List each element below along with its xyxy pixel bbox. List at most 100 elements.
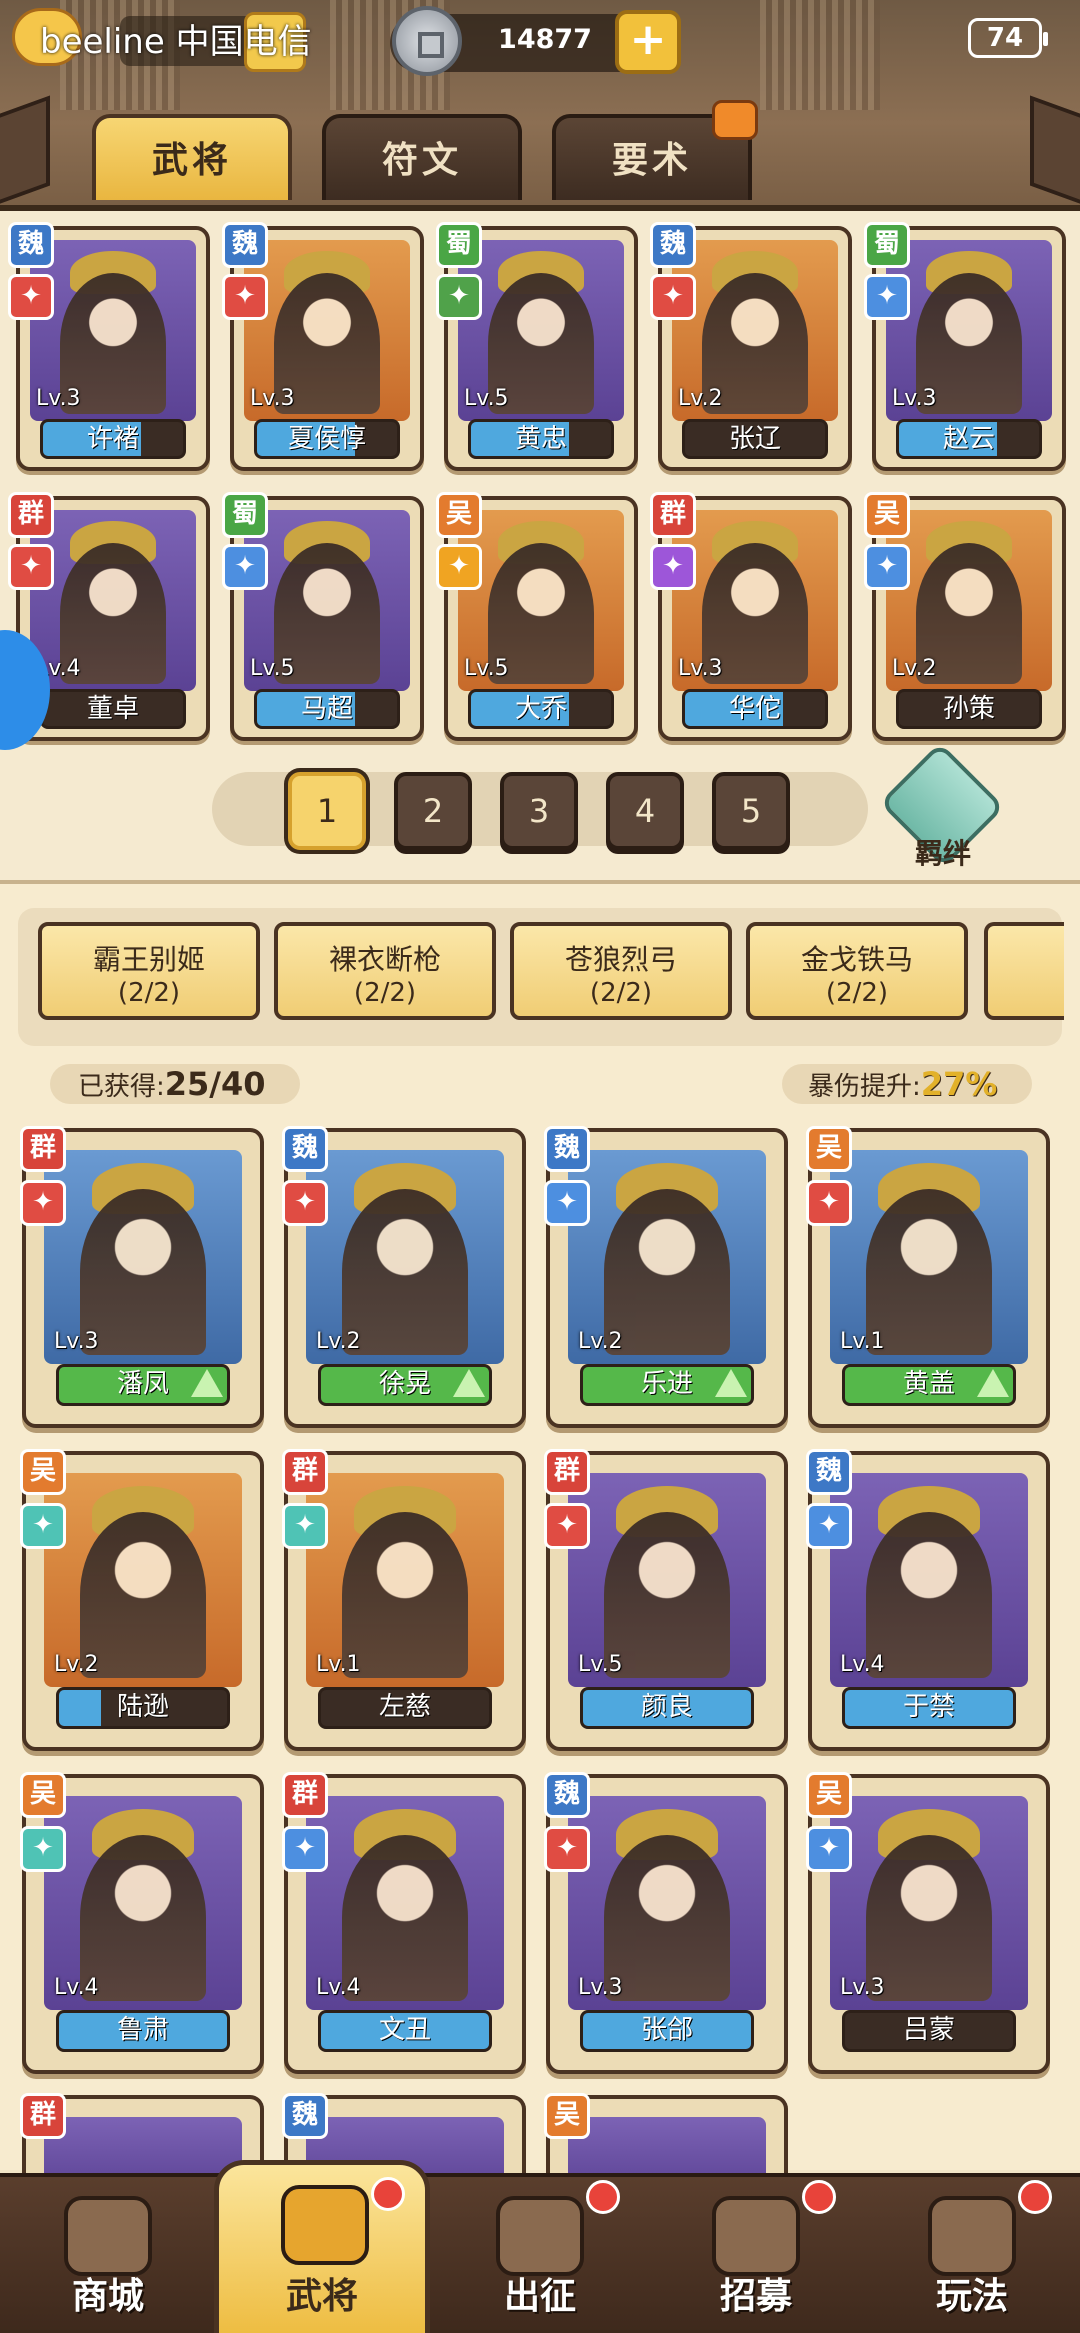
nav-expedition-icon xyxy=(496,2196,584,2276)
hero-card[interactable]: Lv.5 颜良 xyxy=(546,1451,788,1751)
hero-card[interactable]: Lv.4 鲁肃 xyxy=(22,1774,264,2074)
hero-card[interactable]: Lv.4 于禁 xyxy=(808,1451,1050,1751)
nav-gameplay[interactable]: 玩法 xyxy=(872,2180,1072,2333)
hero-level: Lv.2 xyxy=(892,656,937,681)
hero-name-bar: 张辽 xyxy=(682,419,828,459)
hero-card[interactable]: Lv.2 乐进 xyxy=(546,1128,788,1428)
page-button-3[interactable]: 3 xyxy=(500,772,578,850)
nav-generals[interactable]: 武将 xyxy=(214,2160,430,2333)
hero-name-bar: 大乔 xyxy=(468,689,614,729)
obtained-label: 已获得: xyxy=(78,1072,165,1102)
hero-level: Lv.2 xyxy=(678,386,723,411)
nav-expedition[interactable]: 出征 xyxy=(440,2180,640,2333)
weapon-class-icon: ✦ xyxy=(650,274,696,320)
weapon-class-icon: ✦ xyxy=(282,1180,328,1226)
bond-name: 金戈铁马 xyxy=(800,943,913,976)
hero-level: Lv.4 xyxy=(54,1975,99,2000)
nav-shop-label: 商城 xyxy=(71,2276,144,2317)
lock-icon xyxy=(712,100,758,140)
bond-item[interactable]: 金戈铁马 (2/2) xyxy=(746,922,968,1020)
faction-badge: 吴 xyxy=(436,492,482,538)
hero-card[interactable]: Lv.4 文丑 xyxy=(284,1774,526,2074)
upgrade-arrow-icon[interactable] xyxy=(191,1369,223,1397)
bond-item[interactable]: 苍狼烈弓 (2/2) xyxy=(510,922,732,1020)
bond-count: (2/2) xyxy=(353,978,417,1008)
hero-name: 张郃 xyxy=(640,2015,693,2045)
weapon-class-icon: ✦ xyxy=(806,1503,852,1549)
upgrade-arrow-icon[interactable] xyxy=(453,1369,485,1397)
crit-stat: 暴伤提升:27% xyxy=(782,1064,1032,1104)
hero-name-bar: 颜良 xyxy=(580,1687,754,1729)
bond-item[interactable]: 裸衣断枪 (2/2) xyxy=(274,922,496,1020)
hero-name: 华佗 xyxy=(728,694,781,724)
hero-card[interactable]: Lv.3 张郃 xyxy=(546,1774,788,2074)
faction-badge: 群 xyxy=(650,492,696,538)
weapon-class-icon: ✦ xyxy=(436,544,482,590)
nav-generals-icon xyxy=(281,2185,369,2265)
bond-label[interactable]: 羁绊 xyxy=(900,832,986,872)
hero-name-bar: 黄盖 xyxy=(842,1364,1016,1406)
hero-name: 马超 xyxy=(300,694,353,724)
weapon-class-icon: ✦ xyxy=(20,1180,66,1226)
nav-shop-icon xyxy=(64,2196,152,2276)
hero-name-bar: 潘凤 xyxy=(56,1364,230,1406)
hero-card[interactable]: Lv.2 徐晃 xyxy=(284,1128,526,1428)
page-button-5[interactable]: 5 xyxy=(712,772,790,850)
weapon-class-icon: ✦ xyxy=(544,1180,590,1226)
notification-dot xyxy=(1018,2180,1052,2214)
hero-name: 董卓 xyxy=(86,694,139,724)
crit-label: 暴伤提升: xyxy=(808,1072,921,1102)
bond-count: (2/2) xyxy=(117,978,181,1008)
background-window xyxy=(760,0,880,110)
hero-name-bar: 夏侯惇 xyxy=(254,419,400,459)
faction-badge: 魏 xyxy=(8,222,54,268)
faction-badge: 群 xyxy=(282,1772,328,1818)
weapon-class-icon: ✦ xyxy=(8,544,54,590)
weapon-class-icon: ✦ xyxy=(436,274,482,320)
weapon-class-icon: ✦ xyxy=(544,1503,590,1549)
hero-name: 鲁肃 xyxy=(116,2015,169,2045)
nav-recruit-icon xyxy=(712,2196,800,2276)
nav-expedition-label: 出征 xyxy=(503,2276,576,2317)
hero-name: 左慈 xyxy=(378,1692,431,1722)
faction-badge: 魏 xyxy=(544,1126,590,1172)
hero-card[interactable]: Lv.1 左慈 xyxy=(284,1451,526,1751)
page-button-4[interactable]: 4 xyxy=(606,772,684,850)
hero-name: 张辽 xyxy=(728,424,781,454)
hero-card[interactable]: Lv.2 陆逊 xyxy=(22,1451,264,1751)
weapon-class-icon: ✦ xyxy=(282,1503,328,1549)
hero-level: Lv.1 xyxy=(316,1652,361,1677)
nav-recruit[interactable]: 招募 xyxy=(656,2180,856,2333)
tab-runes[interactable]: 符文 xyxy=(322,114,522,200)
hero-card[interactable]: Lv.3 潘凤 xyxy=(22,1128,264,1428)
faction-badge: 群 xyxy=(20,2093,66,2139)
faction-badge: 吴 xyxy=(864,492,910,538)
hero-level: Lv.1 xyxy=(840,1329,885,1354)
hero-card[interactable]: Lv.3 吕蒙 xyxy=(808,1774,1050,2074)
hero-card[interactable]: Lv.1 黄盖 xyxy=(808,1128,1050,1428)
faction-badge: 吴 xyxy=(20,1772,66,1818)
page-button-1[interactable]: 1 xyxy=(288,772,366,850)
hero-level: Lv.3 xyxy=(678,656,723,681)
bond-partial-item[interactable] xyxy=(984,922,1064,1020)
obtained-stat: 已获得:25/40 xyxy=(50,1064,300,1104)
add-coins-button[interactable]: + xyxy=(615,10,681,74)
nav-gameplay-label: 玩法 xyxy=(935,2276,1008,2317)
nav-shop[interactable]: 商城 xyxy=(8,2190,208,2333)
weapon-class-icon: ✦ xyxy=(864,544,910,590)
tab-generals[interactable]: 武将 xyxy=(92,114,292,200)
hero-name-bar: 陆逊 xyxy=(56,1687,230,1729)
faction-badge: 群 xyxy=(282,1449,328,1495)
bond-item[interactable]: 霸王别姬 (2/2) xyxy=(38,922,260,1020)
hero-name-bar: 徐晃 xyxy=(318,1364,492,1406)
faction-badge: 群 xyxy=(20,1126,66,1172)
hero-name: 黄忠 xyxy=(514,424,567,454)
weapon-class-icon: ✦ xyxy=(222,544,268,590)
weapon-class-icon: ✦ xyxy=(20,1826,66,1872)
upgrade-arrow-icon[interactable] xyxy=(715,1369,747,1397)
hero-name: 吕蒙 xyxy=(902,2015,955,2045)
page-button-2[interactable]: 2 xyxy=(394,772,472,850)
upgrade-arrow-icon[interactable] xyxy=(977,1369,1009,1397)
bond-count: (2/2) xyxy=(589,978,653,1008)
faction-badge: 魏 xyxy=(806,1449,852,1495)
